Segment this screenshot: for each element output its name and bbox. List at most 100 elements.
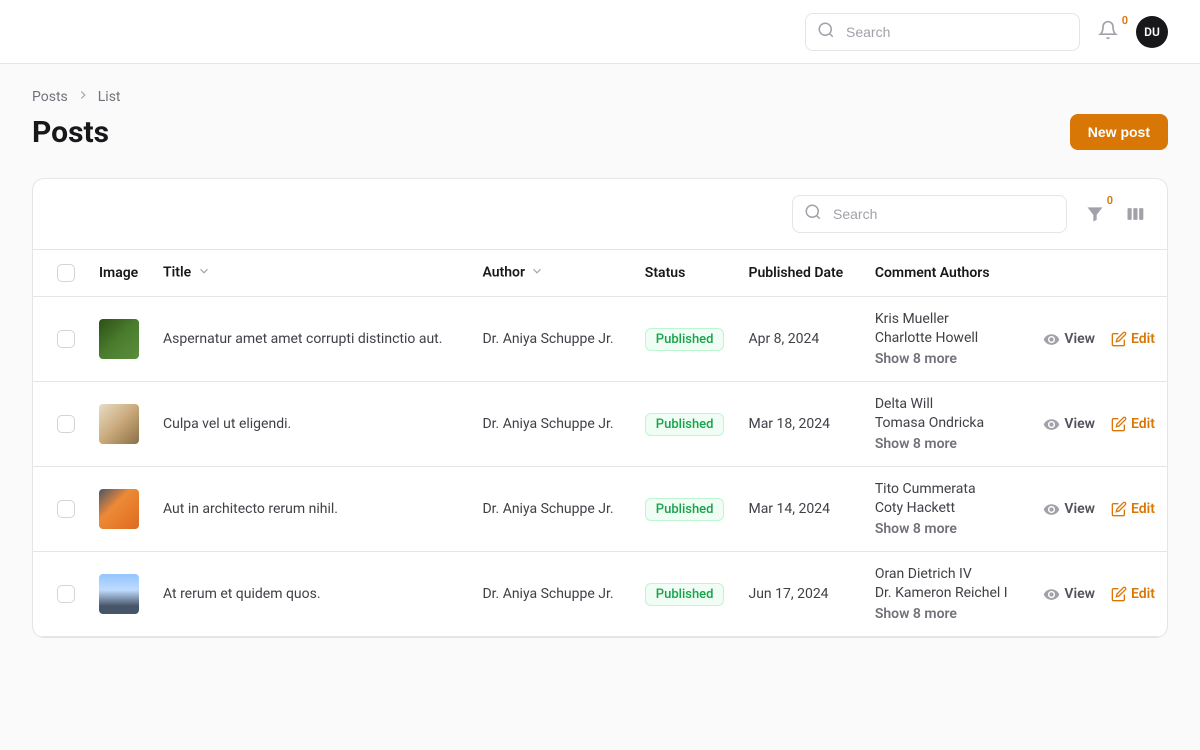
- column-status: Status: [633, 250, 737, 297]
- global-search-wrapper: [805, 13, 1080, 51]
- post-title[interactable]: Culpa vel ut eligendi.: [151, 382, 470, 467]
- column-published-date: Published Date: [736, 250, 862, 297]
- edit-icon: [1111, 586, 1127, 602]
- row-actions: View Edit: [1043, 501, 1155, 518]
- chevron-right-icon: [76, 88, 90, 106]
- published-date: Mar 18, 2024: [736, 382, 862, 467]
- edit-label: Edit: [1131, 586, 1155, 602]
- select-all-checkbox[interactable]: [57, 264, 75, 282]
- page-header: Posts New post: [32, 114, 1168, 150]
- table-row: At rerum et quidem quos. Dr. Aniya Schup…: [33, 552, 1167, 637]
- comment-author: Tomasa Ondricka: [875, 415, 1020, 431]
- view-label: View: [1064, 586, 1095, 602]
- view-label: View: [1064, 501, 1095, 517]
- comment-author: Charlotte Howell: [875, 330, 1020, 346]
- search-icon: [804, 203, 822, 225]
- post-author: Dr. Aniya Schuppe Jr.: [470, 382, 632, 467]
- row-actions: View Edit: [1043, 586, 1155, 603]
- published-date: Jun 17, 2024: [736, 552, 862, 637]
- comment-author: Oran Dietrich IV: [875, 566, 1020, 582]
- column-author[interactable]: Author: [470, 250, 632, 297]
- filter-button[interactable]: 0: [1083, 202, 1107, 226]
- edit-button[interactable]: Edit: [1111, 586, 1155, 602]
- comment-author: Dr. Kameron Reichel I: [875, 585, 1020, 601]
- bell-icon: [1098, 20, 1118, 44]
- new-post-button[interactable]: New post: [1070, 114, 1168, 150]
- view-button[interactable]: View: [1043, 331, 1095, 348]
- table-search-input[interactable]: [792, 195, 1067, 233]
- column-comment-authors: Comment Authors: [863, 250, 1032, 297]
- post-author: Dr. Aniya Schuppe Jr.: [470, 297, 632, 382]
- top-header: 0 DU: [0, 0, 1200, 64]
- status-badge: Published: [645, 498, 725, 521]
- edit-button[interactable]: Edit: [1111, 331, 1155, 347]
- column-title-label: Title: [163, 265, 191, 281]
- edit-icon: [1111, 331, 1127, 347]
- row-checkbox[interactable]: [57, 415, 75, 433]
- search-icon: [817, 21, 835, 43]
- post-author: Dr. Aniya Schuppe Jr.: [470, 467, 632, 552]
- view-button[interactable]: View: [1043, 501, 1095, 518]
- row-checkbox[interactable]: [57, 500, 75, 518]
- breadcrumb-list[interactable]: List: [98, 89, 121, 105]
- comment-author: Coty Hackett: [875, 500, 1020, 516]
- table-row: Aspernatur amet amet corrupti distinctio…: [33, 297, 1167, 382]
- eye-icon: [1043, 416, 1060, 433]
- comment-authors: Delta Will Tomasa Ondricka Show 8 more: [875, 396, 1020, 452]
- posts-card: 0 Image Title Author: [32, 178, 1168, 638]
- post-thumbnail: [99, 319, 139, 359]
- edit-label: Edit: [1131, 331, 1155, 347]
- post-author: Dr. Aniya Schuppe Jr.: [470, 552, 632, 637]
- edit-button[interactable]: Edit: [1111, 501, 1155, 517]
- comment-authors: Tito Cummerata Coty Hackett Show 8 more: [875, 481, 1020, 537]
- show-more-button[interactable]: Show 8 more: [875, 436, 1020, 452]
- eye-icon: [1043, 331, 1060, 348]
- table-row: Culpa vel ut eligendi. Dr. Aniya Schuppe…: [33, 382, 1167, 467]
- show-more-button[interactable]: Show 8 more: [875, 606, 1020, 622]
- post-title[interactable]: At rerum et quidem quos.: [151, 552, 470, 637]
- table-search-wrapper: [792, 195, 1067, 233]
- global-search-input[interactable]: [805, 13, 1080, 51]
- main-container: Posts List Posts New post 0: [0, 64, 1200, 662]
- table-header-row: Image Title Author Status Published Date…: [33, 250, 1167, 297]
- comment-authors: Kris Mueller Charlotte Howell Show 8 mor…: [875, 311, 1020, 367]
- view-button[interactable]: View: [1043, 416, 1095, 433]
- chevron-down-icon: [197, 266, 211, 282]
- published-date: Apr 8, 2024: [736, 297, 862, 382]
- row-actions: View Edit: [1043, 416, 1155, 433]
- edit-icon: [1111, 416, 1127, 432]
- show-more-button[interactable]: Show 8 more: [875, 521, 1020, 537]
- filter-badge: 0: [1107, 194, 1113, 207]
- column-author-label: Author: [482, 265, 525, 281]
- comment-author: Delta Will: [875, 396, 1020, 412]
- row-checkbox[interactable]: [57, 585, 75, 603]
- edit-button[interactable]: Edit: [1111, 416, 1155, 432]
- page-title: Posts: [32, 115, 109, 150]
- columns-button[interactable]: [1123, 202, 1147, 226]
- post-title[interactable]: Aut in architecto rerum nihil.: [151, 467, 470, 552]
- edit-label: Edit: [1131, 416, 1155, 432]
- edit-label: Edit: [1131, 501, 1155, 517]
- user-avatar[interactable]: DU: [1136, 16, 1168, 48]
- show-more-button[interactable]: Show 8 more: [875, 351, 1020, 367]
- comment-author: Kris Mueller: [875, 311, 1020, 327]
- view-button[interactable]: View: [1043, 586, 1095, 603]
- posts-table: Image Title Author Status Published Date…: [33, 249, 1167, 637]
- card-toolbar: 0: [33, 179, 1167, 249]
- column-title[interactable]: Title: [151, 250, 470, 297]
- row-checkbox[interactable]: [57, 330, 75, 348]
- comment-author: Tito Cummerata: [875, 481, 1020, 497]
- row-actions: View Edit: [1043, 331, 1155, 348]
- status-badge: Published: [645, 583, 725, 606]
- breadcrumb-posts[interactable]: Posts: [32, 89, 68, 105]
- post-thumbnail: [99, 489, 139, 529]
- post-thumbnail: [99, 404, 139, 444]
- status-badge: Published: [645, 413, 725, 436]
- post-title[interactable]: Aspernatur amet amet corrupti distinctio…: [151, 297, 470, 382]
- notifications-button[interactable]: 0: [1096, 20, 1120, 44]
- columns-icon: [1125, 204, 1145, 224]
- breadcrumb: Posts List: [32, 88, 1168, 106]
- view-label: View: [1064, 331, 1095, 347]
- eye-icon: [1043, 501, 1060, 518]
- edit-icon: [1111, 501, 1127, 517]
